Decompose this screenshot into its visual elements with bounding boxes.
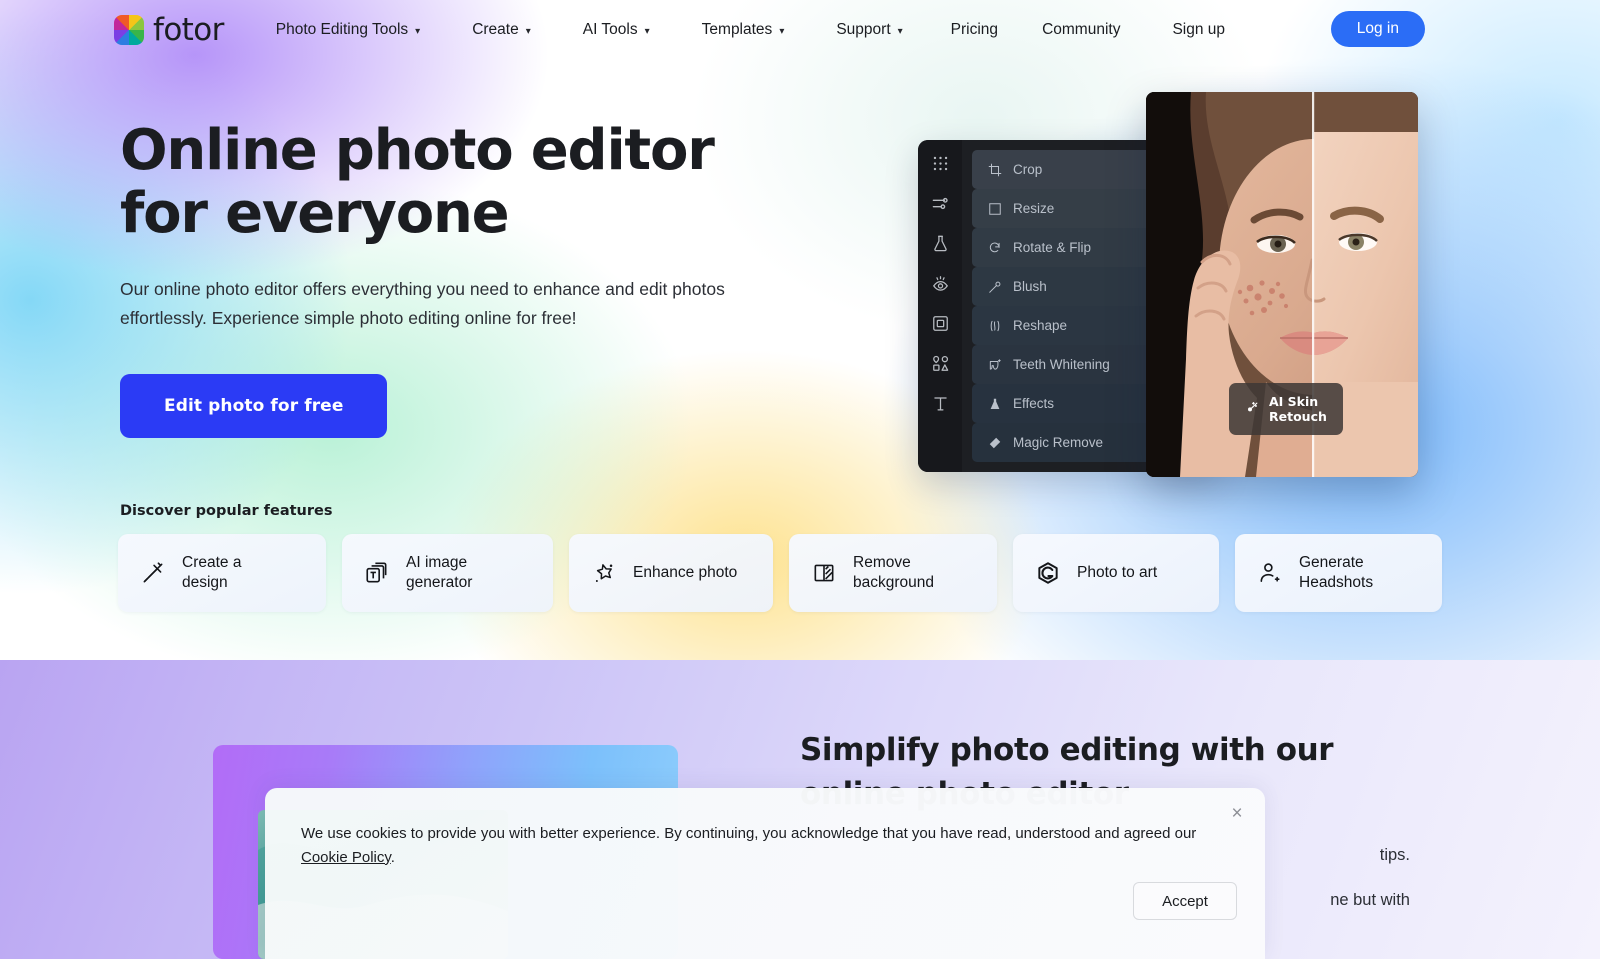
photo-to-art-icon xyxy=(1035,560,1061,586)
ai-image-icon xyxy=(364,560,390,586)
magic-remove-icon xyxy=(988,436,1002,450)
feature-card-label: Enhance photo xyxy=(633,563,738,581)
grid-dots-icon[interactable] xyxy=(931,154,950,173)
frame-icon[interactable] xyxy=(931,314,950,333)
crop-icon xyxy=(988,163,1002,177)
nav-item-create[interactable]: Create ▾ xyxy=(446,21,557,39)
feature-card-label: Create a design xyxy=(182,553,242,591)
chevron-down-icon: ▾ xyxy=(415,25,421,37)
logo[interactable]: fotor xyxy=(114,12,224,48)
shapes-icon[interactable] xyxy=(931,354,950,373)
cookie-message-before: We use cookies to provide you with bette… xyxy=(301,825,1197,842)
chevron-down-icon: ▾ xyxy=(644,25,650,37)
resize-icon xyxy=(988,202,1002,216)
status-badge: AI Skin Retouch xyxy=(1229,383,1343,435)
chevron-down-icon: ▾ xyxy=(897,25,903,37)
blush-icon xyxy=(988,280,1002,294)
nav-item-label: Photo Editing Tools xyxy=(275,21,409,38)
discover-popular-features-label: Discover popular features xyxy=(120,503,333,519)
magic-wand-icon xyxy=(140,560,166,586)
fotor-logo-icon xyxy=(114,15,144,45)
tool-item-label: Rotate & Flip xyxy=(1013,240,1092,255)
nav-item-label: AI Tools xyxy=(582,21,638,38)
tool-item-label: Crop xyxy=(1013,162,1043,177)
feature-card-label: Remove background xyxy=(853,553,935,591)
feature-card-label: AI image generator xyxy=(406,553,473,591)
nav-item-ai-tools[interactable]: AI Tools ▾ xyxy=(557,21,676,39)
popular-features-list: Create a design AI image generator Enhan… xyxy=(118,534,1442,612)
edit-photo-for-free-button[interactable]: Edit photo for free xyxy=(120,374,388,439)
generate-headshots-icon xyxy=(1257,560,1283,586)
hero-section: fotor Photo Editing Tools ▾ Create ▾ AI … xyxy=(0,0,1600,660)
tool-item-label: Resize xyxy=(1013,201,1055,216)
login-button[interactable]: Log in xyxy=(1330,11,1425,47)
nav-item-support[interactable]: Support ▾ xyxy=(810,21,928,39)
nav-item-community[interactable]: Community xyxy=(1020,21,1142,39)
rotate-icon xyxy=(988,241,1002,255)
flask-icon[interactable] xyxy=(931,234,950,253)
text-icon[interactable] xyxy=(931,394,950,413)
feature-card-photo-to-art[interactable]: Photo to art xyxy=(1013,534,1219,612)
chevron-down-icon: ▾ xyxy=(779,25,785,37)
cookie-banner: We use cookies to provide you with bette… xyxy=(265,788,1265,959)
teeth-icon xyxy=(988,358,1002,372)
status-badge-label: AI Skin Retouch xyxy=(1269,394,1327,424)
cookie-policy-link[interactable]: Cookie Policy xyxy=(301,849,391,866)
nav-item-templates[interactable]: Templates ▾ xyxy=(676,21,811,39)
editor-tool-rail xyxy=(918,140,962,472)
remove-background-icon xyxy=(811,560,837,586)
eye-retouch-icon[interactable] xyxy=(931,274,950,293)
feature-card-label: Generate Headshots xyxy=(1299,553,1374,591)
tool-item-label: Blush xyxy=(1013,279,1047,294)
feature-card-remove-background[interactable]: Remove background xyxy=(789,534,997,612)
feature-card-enhance-photo[interactable]: Enhance photo xyxy=(569,534,773,612)
reshape-icon xyxy=(988,319,1002,333)
nav-item-pricing[interactable]: Pricing xyxy=(929,21,1020,39)
fotor-landing-page: fotor Photo Editing Tools ▾ Create ▾ AI … xyxy=(0,0,1600,959)
adjust-sliders-icon[interactable] xyxy=(931,194,950,213)
hero-subtitle: Our online photo editor offers everythin… xyxy=(120,279,725,328)
effects-icon xyxy=(988,397,1002,411)
page-title: Online photo editor for everyone xyxy=(120,118,715,246)
signup-link[interactable]: Sign up xyxy=(1172,21,1225,39)
ai-retouch-icon xyxy=(1245,400,1260,418)
logo-text: fotor xyxy=(153,12,224,48)
nav-item-label: Support xyxy=(836,21,891,38)
close-icon[interactable]: × xyxy=(1226,802,1248,824)
nav-item-label: Templates xyxy=(701,21,773,38)
feature-card-generate-headshots[interactable]: Generate Headshots xyxy=(1235,534,1442,612)
feature-card-create-a-design[interactable]: Create a design xyxy=(118,534,326,612)
tool-item-label: Teeth Whitening xyxy=(1013,357,1110,372)
sparkle-star-icon xyxy=(591,560,617,586)
cookie-message: We use cookies to provide you with bette… xyxy=(301,822,1201,869)
accept-button[interactable]: Accept xyxy=(1133,882,1237,920)
tool-item-label: Reshape xyxy=(1013,318,1068,333)
nav-item-label: Create xyxy=(472,21,519,38)
feature-card-label: Photo to art xyxy=(1077,563,1158,581)
nav-menu-list: Photo Editing Tools ▾ Create ▾ AI Tools … xyxy=(250,21,1243,39)
hero-copy: Online photo editor for everyone Our onl… xyxy=(120,118,780,439)
cookie-message-after: . xyxy=(390,848,395,866)
tool-item-label: Effects xyxy=(1013,396,1055,411)
feature-card-ai-image-generator[interactable]: AI image generator xyxy=(342,534,553,612)
chevron-down-icon: ▾ xyxy=(525,25,531,37)
nav-item-photo-editing-tools[interactable]: Photo Editing Tools ▾ xyxy=(250,21,446,39)
top-navigation-bar: fotor Photo Editing Tools ▾ Create ▾ AI … xyxy=(0,0,1600,60)
tool-item-label: Magic Remove xyxy=(1013,435,1104,450)
